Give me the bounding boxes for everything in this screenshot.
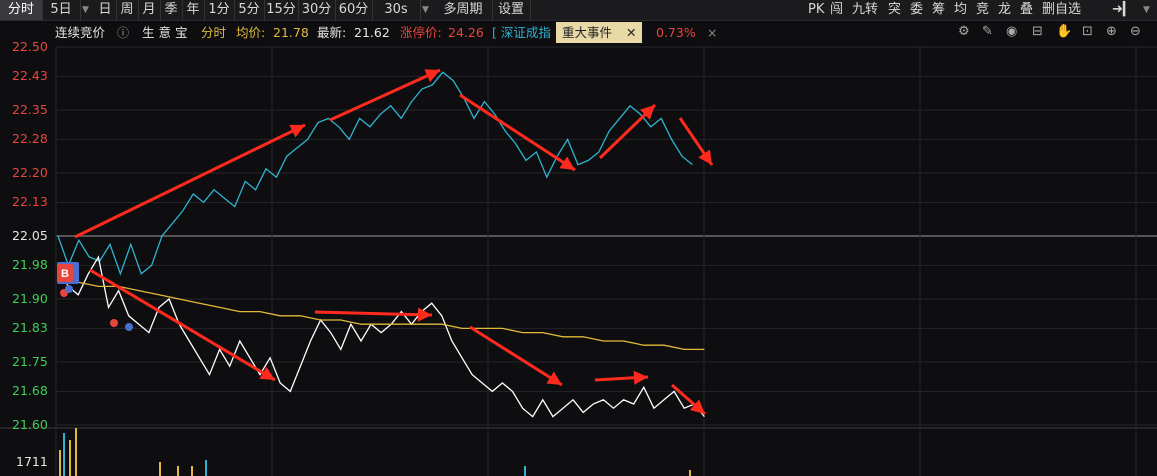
y-tick-label: 22.13 [12, 194, 48, 210]
y-tick-label: 21.83 [12, 320, 48, 336]
trend-arrow [459, 93, 576, 172]
y-tick-label: 21.75 [12, 354, 48, 369]
arrow-head [559, 156, 575, 170]
volume-max-label: 1711 [16, 454, 48, 469]
y-tick-label: 22.43 [12, 68, 48, 84]
trend-arrow [314, 310, 433, 317]
y-tick-label: 21.60 [12, 417, 48, 432]
trade-dot [110, 319, 118, 327]
y-tick-label: 21.68 [12, 383, 48, 399]
arrow-head [698, 149, 712, 165]
y-tick-label: 21.90 [12, 291, 48, 306]
y-tick-label: 22.28 [12, 131, 48, 147]
y-tick-label: 22.20 [12, 165, 48, 180]
y-tick-label: 22.05 [12, 228, 48, 243]
trend-arrow [74, 123, 306, 239]
y-tick-label: 22.35 [12, 102, 48, 117]
price-line [57, 255, 705, 418]
arrow-head [417, 307, 432, 322]
trend-arrow [329, 68, 441, 122]
trade-dot [125, 323, 133, 331]
arrow-head [633, 370, 648, 385]
trend-arrow [89, 268, 276, 382]
intraday-chart: B [0, 46, 1157, 476]
y-tick-label: 22.50 [12, 39, 48, 54]
buy-marker-label: B [61, 268, 69, 280]
trend-arrow [469, 325, 563, 387]
trade-dot [65, 285, 73, 293]
y-tick-label: 21.98 [12, 257, 48, 273]
